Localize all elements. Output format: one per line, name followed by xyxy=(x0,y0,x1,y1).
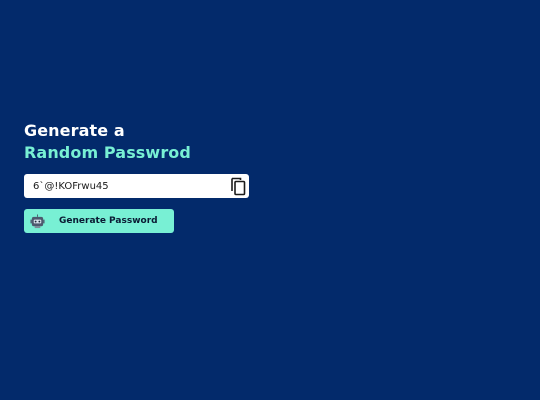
password-generator-panel: Generate a Random Passwrod Generate Pass… xyxy=(24,121,264,233)
generate-password-button[interactable]: Generate Password xyxy=(24,209,174,233)
generate-password-label: Generate Password xyxy=(59,216,158,226)
heading-line-2: Random Passwrod xyxy=(24,143,191,162)
password-field xyxy=(24,174,249,198)
copy-icon xyxy=(230,177,245,195)
password-input[interactable] xyxy=(24,174,219,198)
heading-line-1: Generate a xyxy=(24,121,125,140)
copy-button[interactable] xyxy=(227,176,247,196)
robot-icon xyxy=(30,213,45,228)
